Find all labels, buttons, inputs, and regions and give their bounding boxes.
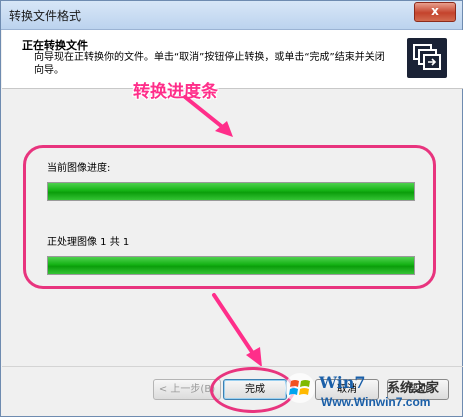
watermark-brand: Win7: [319, 373, 366, 392]
total-progress-bar: [47, 256, 415, 275]
current-image-progress-bar: [47, 182, 415, 201]
watermark-url: Www.Winwin7.com: [321, 395, 431, 409]
current-image-progress-fill: [48, 183, 414, 200]
title-bar[interactable]: 转换文件格式 x: [1, 1, 462, 30]
header-description: 向导现在正转换你的文件。单击“取消”按钮停止转换，或单击“完成”结束并关闭向导。: [34, 52, 385, 76]
button-separator: [2, 366, 463, 367]
annotation-arrow-bottom: [212, 293, 262, 367]
current-image-progress-label: 当前图像进度:: [47, 163, 111, 174]
window-title: 转换文件格式: [9, 9, 82, 23]
total-progress-fill: [48, 257, 414, 274]
wizard-header: 正在转换文件 向导现在正转换你的文件。单击“取消”按钮停止转换，或单击“完成”结…: [2, 30, 463, 89]
processing-image-label: 正处理图像 1 共 1: [47, 237, 130, 248]
annotation-arrow-top: [183, 95, 233, 137]
convert-files-icon: [407, 38, 447, 78]
watermark-tag: 系统之家: [387, 381, 440, 396]
site-watermark: Win7 系统之家 Www.Winwin7.com: [283, 371, 459, 415]
windows-logo-icon: [285, 373, 315, 403]
close-button[interactable]: x: [414, 2, 456, 22]
wizard-window: 转换文件格式 x 正在转换文件 向导现在正转换你的文件。单击“取消”按钮停止转换…: [0, 0, 463, 417]
